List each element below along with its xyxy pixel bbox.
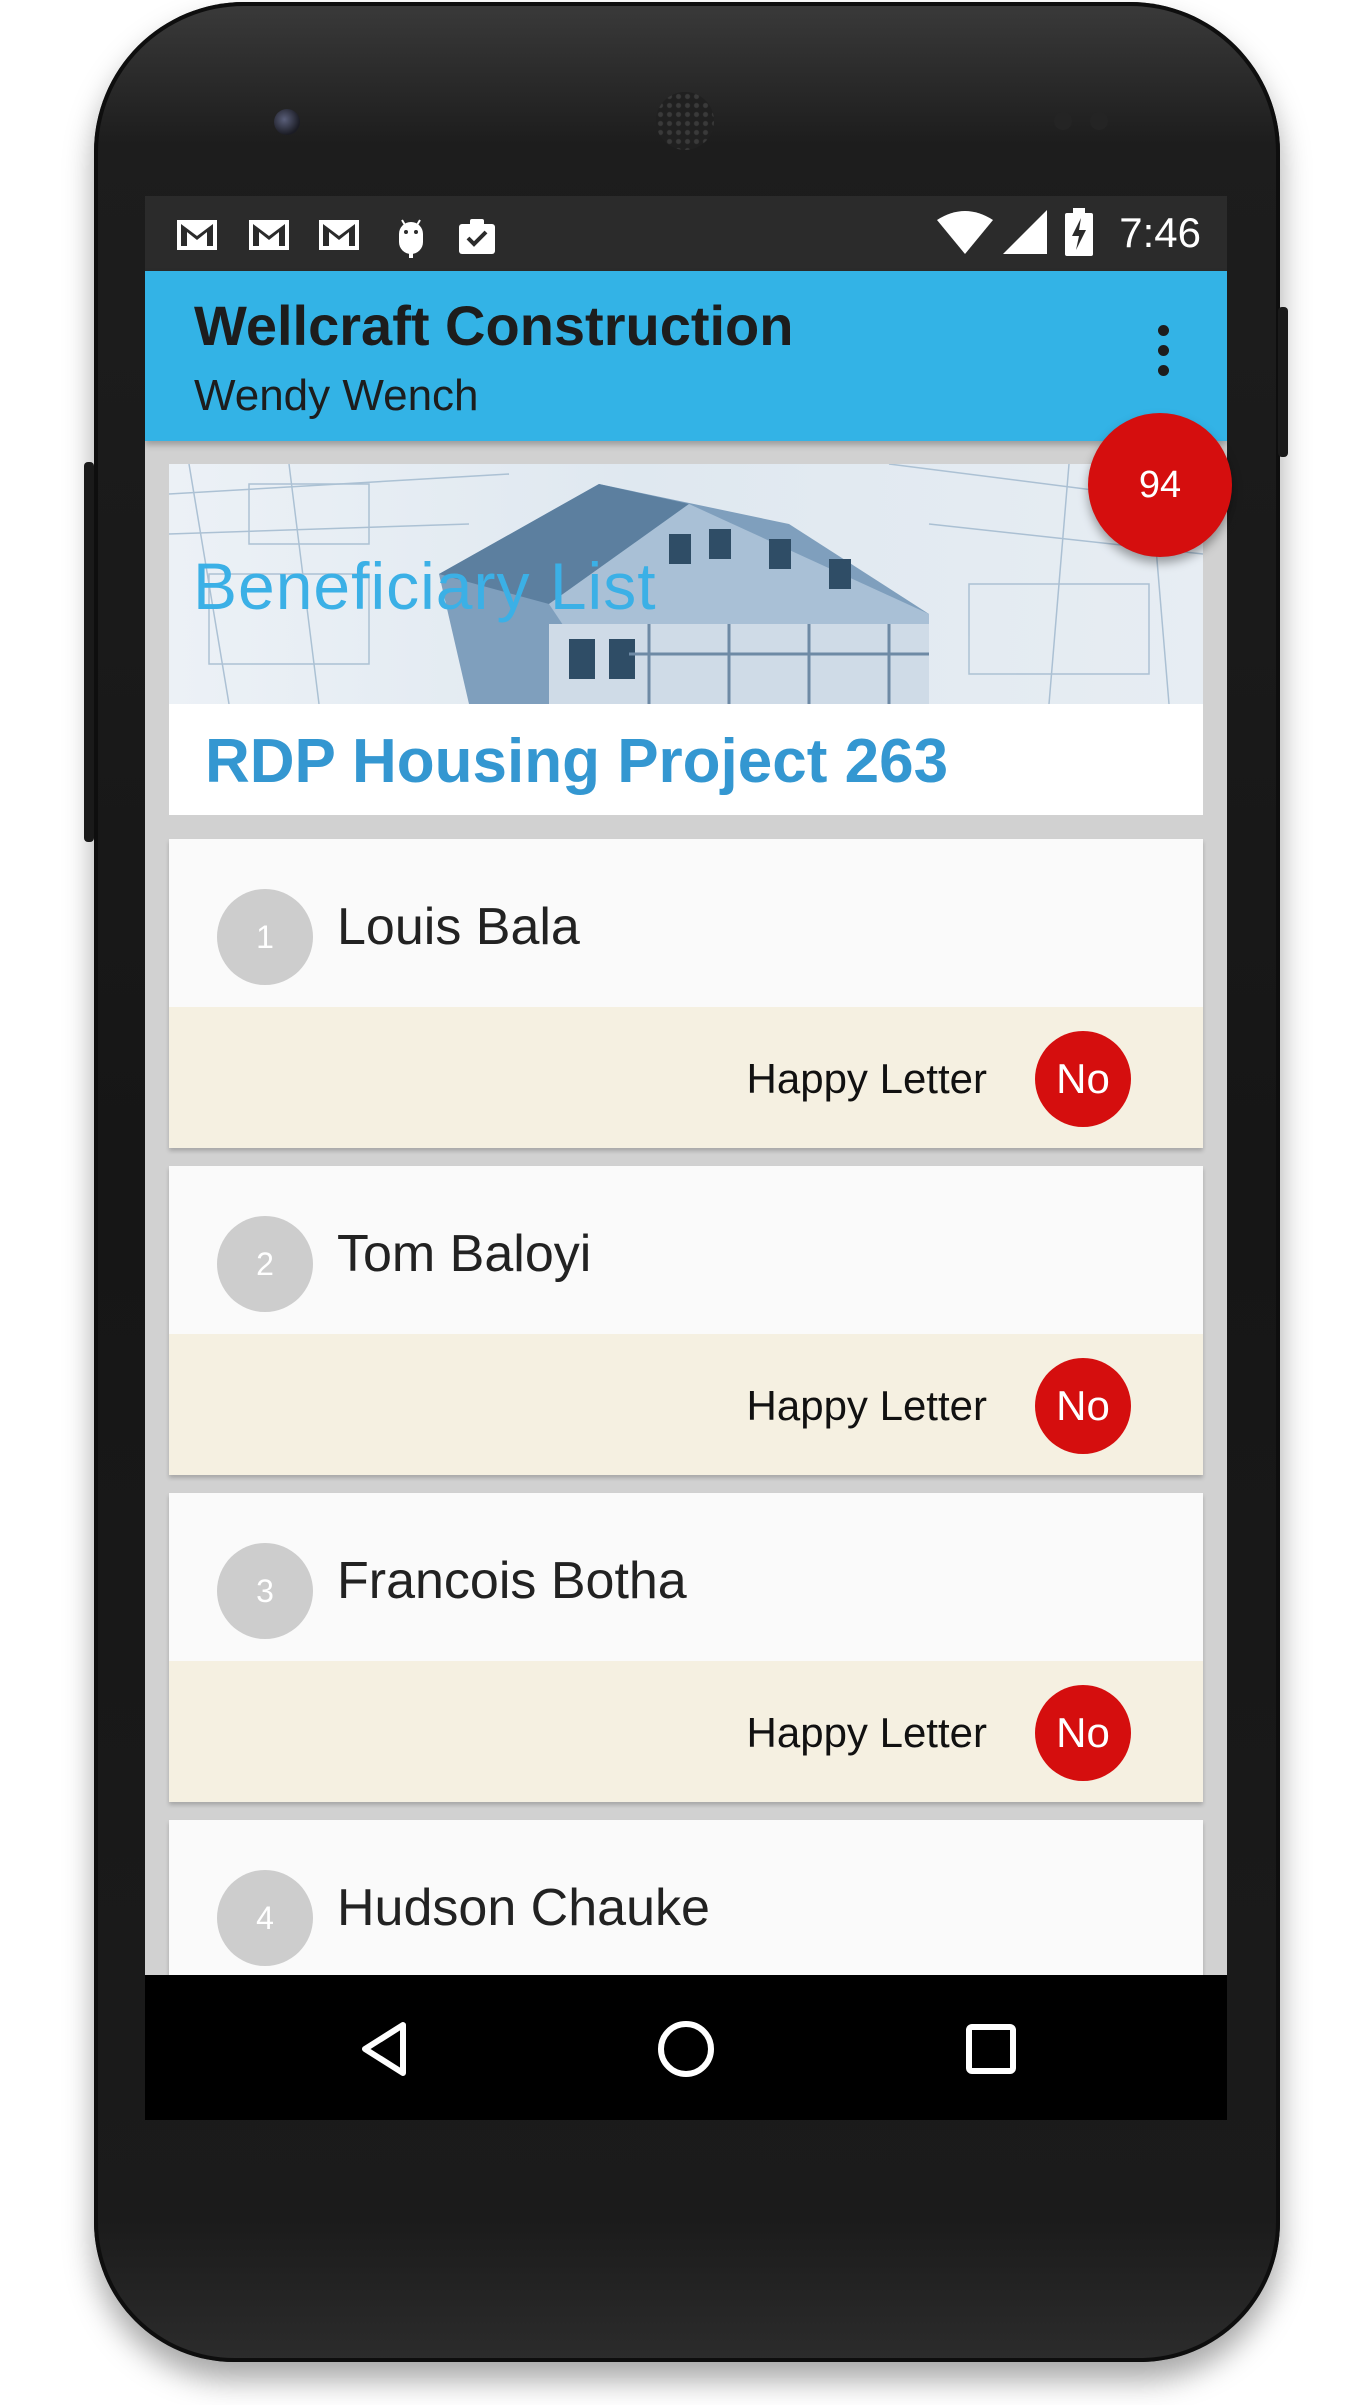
happy-letter-status[interactable]: No — [1035, 1685, 1131, 1781]
list-item-footer: Happy Letter No — [169, 1334, 1203, 1475]
gmail-icon — [317, 216, 361, 252]
screen: 7:46 Wellcraft Construction Wendy Wench — [145, 196, 1227, 2120]
list-item[interactable]: 3 Francois Botha Happy Letter No — [169, 1493, 1203, 1802]
list-item[interactable]: 1 Louis Bala Happy Letter No — [169, 839, 1203, 1148]
list-item-footer: Happy Letter No — [169, 1007, 1203, 1148]
beneficiary-name: Louis Bala — [337, 898, 580, 956]
beneficiary-name: Francois Botha — [337, 1552, 687, 1610]
list-item[interactable]: 2 Tom Baloyi Happy Letter No — [169, 1166, 1203, 1475]
list-item-header: 4 Hudson Chauke — [169, 1820, 1203, 1988]
beneficiary-name: Hudson Chauke — [337, 1879, 710, 1937]
number-badge: 2 — [217, 1216, 313, 1312]
home-circle-icon[interactable] — [646, 2009, 726, 2089]
hero-title: Beneficiary List — [193, 549, 657, 623]
project-title: RDP Housing Project 263 — [205, 727, 949, 796]
happy-letter-status[interactable]: No — [1035, 1358, 1131, 1454]
project-header-card: Beneficiary List RDP Housing Project 263 — [169, 464, 1203, 815]
list-item-header: 2 Tom Baloyi — [169, 1166, 1203, 1334]
navigation-bar — [145, 1975, 1227, 2120]
app-title: Wellcraft Construction — [194, 294, 794, 357]
list-item-header: 1 Louis Bala — [169, 839, 1203, 1007]
list-item-footer: Happy Letter No — [169, 1661, 1203, 1802]
volume-button — [1278, 307, 1288, 457]
app-subtitle: Wendy Wench — [194, 371, 479, 420]
android-icon — [393, 216, 429, 258]
gmail-icon — [247, 216, 291, 252]
back-triangle-icon[interactable] — [345, 2009, 425, 2089]
gmail-icon — [175, 216, 219, 252]
wifi-icon — [937, 210, 993, 254]
number-badge: 1 — [217, 889, 313, 985]
happy-letter-label: Happy Letter — [746, 1709, 987, 1756]
proximity-sensor — [1054, 112, 1072, 130]
overflow-menu-icon[interactable] — [1151, 325, 1175, 385]
happy-letter-label: Happy Letter — [746, 1382, 987, 1429]
beneficiary-count-badge[interactable]: 94 — [1088, 413, 1232, 557]
happy-letter-status[interactable]: No — [1035, 1031, 1131, 1127]
status-bar: 7:46 — [145, 196, 1227, 271]
power-button — [84, 462, 94, 842]
beneficiary-name: Tom Baloyi — [337, 1225, 592, 1283]
clock: 7:46 — [1119, 209, 1201, 256]
house-blueprint-image: Beneficiary List — [169, 464, 1203, 704]
recents-square-icon[interactable] — [951, 2009, 1031, 2089]
clipboard-check-icon — [455, 216, 499, 256]
front-camera — [274, 109, 300, 135]
list-item-header: 3 Francois Botha — [169, 1493, 1203, 1661]
cell-signal-icon — [1003, 210, 1047, 254]
battery-charging-icon — [1065, 208, 1093, 256]
light-sensor — [1090, 112, 1108, 130]
happy-letter-label: Happy Letter — [746, 1055, 987, 1102]
number-badge: 4 — [217, 1870, 313, 1966]
number-badge: 3 — [217, 1543, 313, 1639]
app-bar: Wellcraft Construction Wendy Wench — [145, 271, 1227, 441]
earpiece-speaker — [656, 92, 714, 150]
